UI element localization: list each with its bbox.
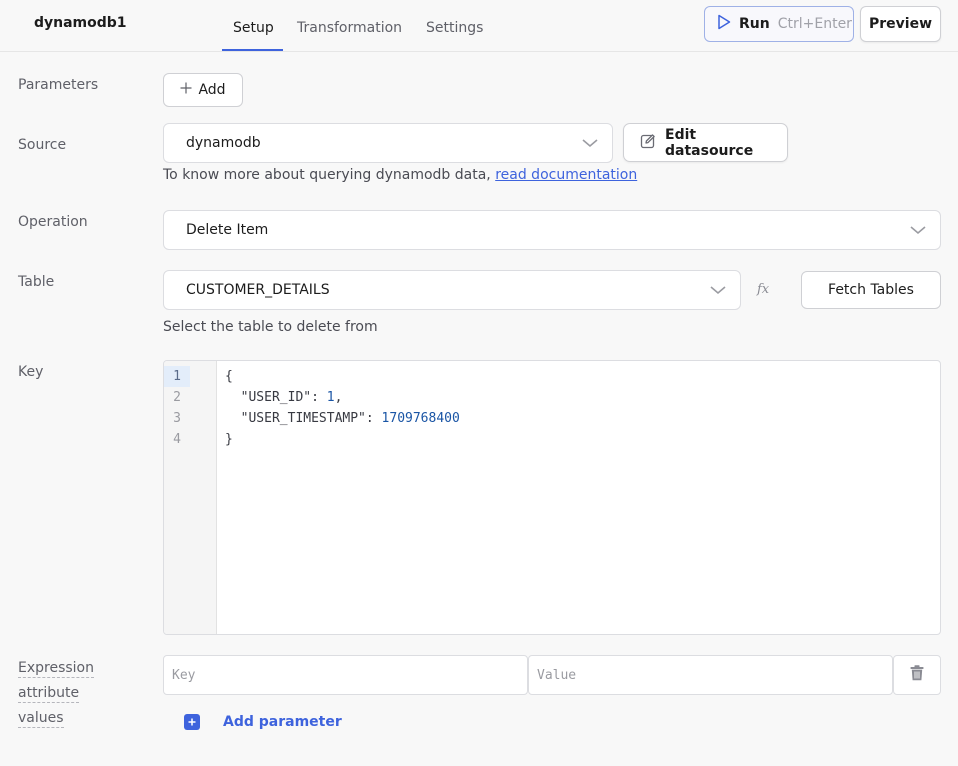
line-number: 4 xyxy=(173,432,181,447)
table-select[interactable]: CUSTOMER_DETAILS xyxy=(163,270,741,310)
code-number: 1 xyxy=(326,390,335,405)
expression-attribute-values-label: Expression xyxy=(18,660,94,678)
code-key: "USER_ID": xyxy=(225,390,327,405)
edit-icon xyxy=(640,133,656,153)
code-line: "USER_TIMESTAMP": 1709768400 xyxy=(225,408,460,429)
table-label: Table xyxy=(18,274,55,290)
edit-datasource-label: Edit datasource xyxy=(665,126,754,159)
add-label: Add xyxy=(198,82,226,98)
line-number: 1 xyxy=(164,366,190,387)
query-name[interactable]: dynamodb1 xyxy=(34,15,127,31)
active-tab-indicator xyxy=(222,49,283,51)
play-icon xyxy=(717,14,731,34)
tab-transformation[interactable]: Transformation xyxy=(297,20,402,36)
code-line: "USER_ID": 1, xyxy=(225,387,343,408)
add-parameter-link[interactable]: Add parameter xyxy=(223,714,342,730)
code-punctuation: , xyxy=(334,390,343,405)
operation-value: Delete Item xyxy=(186,222,269,238)
table-value: CUSTOMER_DETAILS xyxy=(186,282,330,298)
fetch-tables-button[interactable]: Fetch Tables xyxy=(801,271,941,309)
plus-icon xyxy=(180,82,192,98)
source-label: Source xyxy=(18,137,67,153)
operation-select[interactable]: Delete Item xyxy=(163,210,941,250)
edit-datasource-button[interactable]: Edit datasource xyxy=(623,123,788,162)
chevron-down-icon xyxy=(910,224,926,240)
line-number: 2 xyxy=(173,390,181,405)
chevron-down-icon xyxy=(710,284,726,300)
read-documentation-link[interactable]: read documentation xyxy=(495,167,637,183)
parameters-label: Parameters xyxy=(18,77,99,93)
expression-key-input[interactable] xyxy=(163,655,528,695)
source-help-text: To know more about querying dynamodb dat… xyxy=(163,167,637,183)
source-select[interactable]: dynamodb xyxy=(163,123,613,163)
line-number: 3 xyxy=(173,411,181,426)
source-help-prefix: To know more about querying dynamodb dat… xyxy=(163,167,496,183)
key-code-editor[interactable]: 1 2 3 4 { "USER_ID": 1, "USER_TIMESTAMP"… xyxy=(163,360,941,635)
expression-value-input[interactable] xyxy=(528,655,893,695)
add-parameter-button[interactable]: Add xyxy=(163,73,243,107)
query-header: dynamodb1 Setup Transformation Settings … xyxy=(0,0,958,52)
table-help-text: Select the table to delete from xyxy=(163,319,378,335)
code-number: 1709768400 xyxy=(381,411,460,426)
tab-setup[interactable]: Setup xyxy=(233,20,274,36)
preview-button[interactable]: Preview xyxy=(860,6,941,42)
trash-icon xyxy=(910,665,924,685)
code-line: } xyxy=(225,429,233,450)
fx-toggle-icon[interactable]: fx xyxy=(757,282,769,297)
tab-settings[interactable]: Settings xyxy=(426,20,483,36)
delete-row-button[interactable] xyxy=(893,655,941,695)
chevron-down-icon xyxy=(582,137,598,153)
expression-attribute-values-label: attribute xyxy=(18,685,80,703)
code-key: "USER_TIMESTAMP": xyxy=(225,411,382,426)
run-shortcut: Ctrl+Enter xyxy=(777,16,852,32)
code-line: { xyxy=(225,366,233,387)
operation-label: Operation xyxy=(18,214,88,230)
code-text: } xyxy=(225,432,233,447)
key-label: Key xyxy=(18,364,44,380)
run-button[interactable]: Run Ctrl+Enter xyxy=(704,6,854,42)
code-text: { xyxy=(225,369,233,384)
editor-gutter: 1 2 3 4 xyxy=(164,361,217,634)
run-label: Run xyxy=(739,16,770,32)
add-parameter-plus-icon[interactable] xyxy=(184,714,200,730)
expression-attribute-values-label: values xyxy=(18,710,64,728)
source-value: dynamodb xyxy=(186,135,261,151)
